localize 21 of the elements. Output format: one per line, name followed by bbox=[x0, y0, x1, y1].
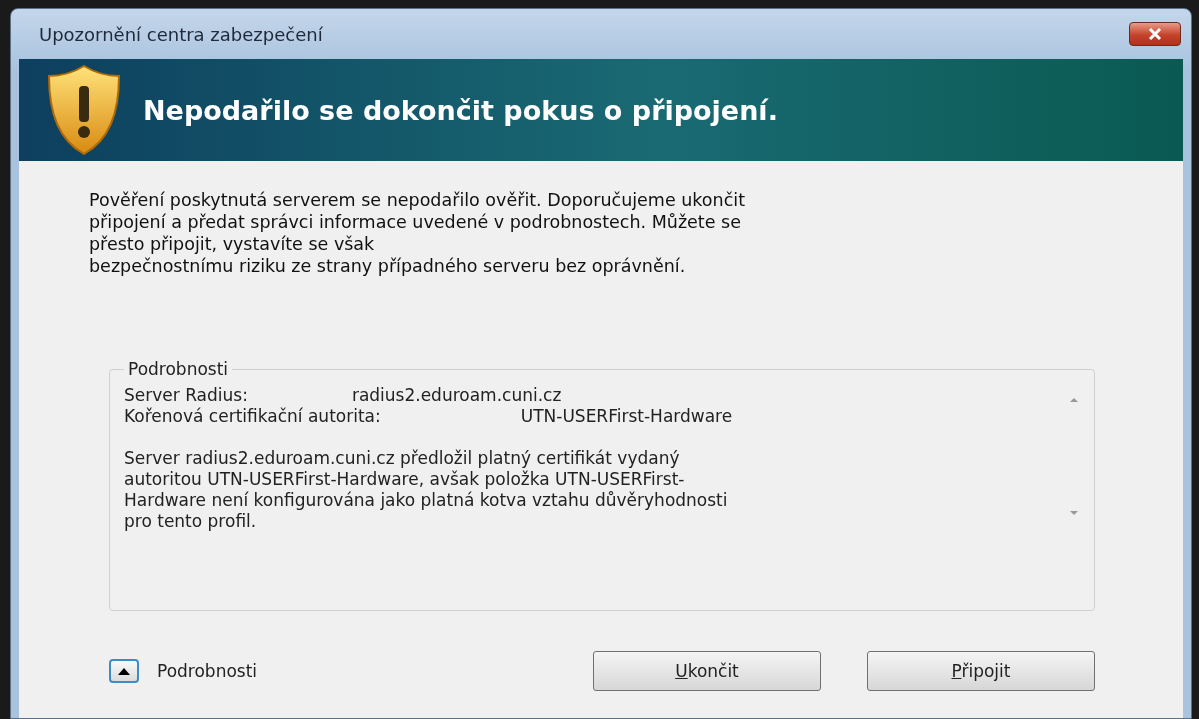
dialog-button[interactable]: Připojit bbox=[867, 651, 1095, 691]
warning-message: Pověření poskytnutá serverem se nepodařilo ověřit. Doporučujeme ukončit připojení a předat správci informace uvedené v podrobnostech. Můžete se přesto připojit, vystavíte se však bezpečnostnímu riziku ze strany případného serveru bez oprávnění. bbox=[89, 189, 746, 277]
field-label: Server Radius: bbox=[124, 385, 248, 406]
warning-shield-icon bbox=[47, 64, 121, 156]
scroll-up-icon[interactable] bbox=[1068, 395, 1080, 403]
details-toggle-label[interactable]: Podrobnosti bbox=[157, 661, 258, 681]
window-title: Upozornění centra zabezpečení bbox=[38, 23, 324, 45]
header-title: Nepodařilo se dokončit pokus o připojení. bbox=[143, 94, 778, 126]
access-key-letter: U bbox=[675, 661, 688, 681]
scroll-down-icon[interactable] bbox=[1068, 510, 1080, 518]
field-value: radius2.eduroam.cuni.cz bbox=[351, 385, 562, 406]
dialog-button[interactable]: Ukončit bbox=[593, 651, 821, 691]
close-button[interactable] bbox=[1129, 22, 1181, 46]
field-value: UTN-USERFirst-Hardware bbox=[520, 406, 733, 427]
details-toggle-button[interactable] bbox=[109, 659, 139, 683]
access-key-letter: P bbox=[951, 661, 962, 681]
details-legend: Podrobnosti bbox=[124, 359, 233, 379]
close-icon bbox=[1146, 27, 1164, 41]
field-label: Kořenová certifikační autorita: bbox=[124, 406, 381, 427]
caret-icon bbox=[117, 666, 131, 676]
details-text: Server radius2.eduroam.cuni.cz předložil platný certifikát vydaný autoritou UTN-USERFirst-Hardware, avšak položka UTN-USERFirst- Hardware není konfigurována jako platná kotva vztahu důvěryhodnosti pro tento profil. bbox=[124, 448, 729, 532]
